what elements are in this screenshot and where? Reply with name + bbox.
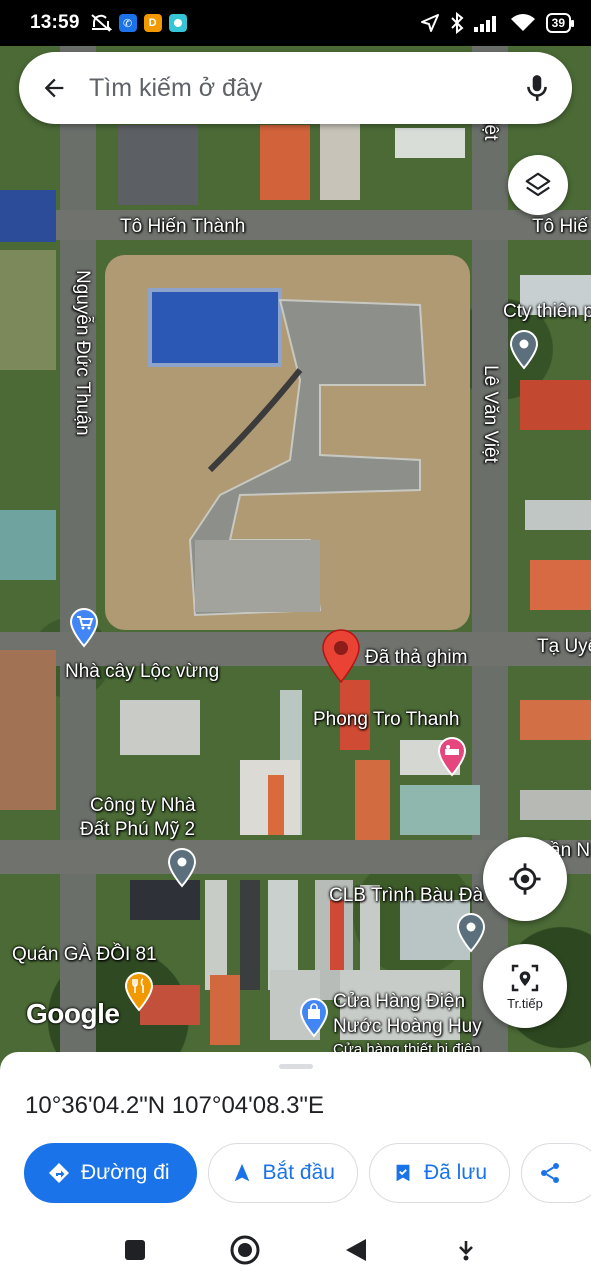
road-label-ta-uyen: Tạ Uyê — [537, 636, 591, 657]
google-logo: Google — [26, 998, 120, 1029]
mute-icon — [90, 14, 112, 32]
camera-app-icon — [168, 14, 187, 32]
back-nav-button[interactable] — [336, 1230, 376, 1270]
poi-label-cong-ty-line1: Công ty Nhà — [90, 795, 196, 816]
phone-app-icon: ✆ — [118, 14, 137, 32]
coordinates-text: 10°36'04.2"N 107°04'08.3"E — [25, 1092, 324, 1119]
directions-button[interactable]: Đường đi — [24, 1143, 197, 1203]
saved-button[interactable]: Đã lưu — [368, 1143, 511, 1203]
brick-yard — [0, 650, 56, 810]
layers-icon — [525, 172, 551, 197]
poi-label-cua-hang-line2: Nước Hoàng Huy — [333, 1016, 482, 1037]
share-button[interactable] — [521, 1143, 591, 1203]
share-icon — [541, 1163, 560, 1183]
my-location-icon — [509, 863, 541, 895]
signal-icon — [473, 16, 496, 32]
poi-pin-shopping-cart[interactable] — [69, 608, 99, 648]
battery-icon: 39 — [545, 13, 575, 33]
live-view-label: Tr.tiếp — [507, 995, 543, 1011]
arrow-back-icon — [44, 78, 64, 98]
poi-label-cua-hang-line1: Cửa Hàng Điện — [333, 991, 466, 1012]
poi-label-cong-ty-line2: Đất Phú Mỹ 2 — [80, 819, 196, 840]
search-bar[interactable] — [19, 52, 572, 124]
poi-pin-hotel[interactable] — [437, 737, 467, 777]
road-label-to-hien-thanh: Tô Hiến Thành — [120, 216, 246, 237]
live-view-button[interactable]: Tr.tiếp — [483, 944, 567, 1028]
back-button[interactable] — [19, 52, 89, 124]
start-label: Bắt đầu — [262, 1161, 335, 1184]
action-chips: Đường đi Bắt đầu Đã lưu — [24, 1143, 591, 1203]
drag-handle[interactable] — [279, 1064, 313, 1069]
directions-label: Đường đi — [81, 1161, 170, 1184]
road-to-hien-thanh — [0, 210, 591, 240]
dropped-pin-label: Đã thả ghim — [365, 647, 468, 668]
recents-button[interactable] — [115, 1230, 155, 1270]
download-icon — [458, 1241, 473, 1261]
my-location-button[interactable] — [483, 837, 567, 921]
status-left-icons: ✆ D — [90, 13, 187, 33]
satellite-map[interactable]: Tô Hiến Thành Tô Hiế Nguyễn Đức Thuận Lê… — [0, 40, 591, 1070]
live-view-pin-icon — [511, 964, 539, 991]
dropped-pin-marker[interactable] — [320, 628, 362, 684]
start-button[interactable]: Bắt đầu — [207, 1143, 358, 1203]
layers-button[interactable] — [508, 155, 568, 215]
poi-label-clb: CLB Trình Bàu Đà — [329, 885, 484, 906]
bluetooth-icon — [450, 12, 464, 34]
poi-label-quan-ga: Quán GÀ ĐỒI 81 — [12, 944, 157, 965]
road-label-le-van-viet: Lê Văn Việt — [480, 365, 501, 463]
road-label-to-hien-thanh-right: Tô Hiế — [532, 216, 588, 237]
status-time: 13:59 — [30, 12, 80, 33]
status-right-icons: 39 — [420, 12, 575, 34]
poi-pin-clb[interactable] — [456, 913, 486, 953]
poi-label-phong-tro: Phong Tro Thanh — [313, 709, 460, 730]
poi-pin-cty-thien[interactable] — [509, 330, 539, 370]
poi-pin-cong-ty[interactable] — [167, 848, 197, 888]
poi-label-nha-cay: Nhà cây Lộc vừng — [65, 661, 220, 682]
search-input[interactable] — [89, 52, 502, 124]
building-block — [195, 540, 320, 612]
poi-pin-shopping-bag[interactable] — [299, 998, 329, 1038]
voice-search-button[interactable] — [502, 52, 572, 124]
back-triangle-icon — [345, 1239, 366, 1261]
dropped-pin-sheet[interactable]: 10°36'04.2"N 107°04'08.3"E Đường đi Bắt … — [0, 1052, 591, 1220]
recents-square-icon — [125, 1240, 146, 1260]
status-bar: 13:59 ✆ D 39 — [0, 0, 591, 46]
system-navigation-bar — [0, 1220, 591, 1280]
directions-icon — [49, 1163, 69, 1183]
map-imagery — [0, 40, 591, 1070]
home-button[interactable] — [225, 1230, 265, 1270]
bookmark-icon — [396, 1164, 410, 1182]
poi-label-cty-thien: Cty thiên p — [503, 301, 591, 322]
saved-label: Đã lưu — [423, 1161, 488, 1184]
home-circle-icon — [230, 1235, 260, 1265]
road-nguyen-duc-thuan — [60, 40, 96, 1070]
road-label-nguyen-duc-thuan: Nguyễn Đức Thuận — [72, 270, 93, 436]
poi-pin-restaurant[interactable] — [124, 972, 154, 1012]
pool — [148, 288, 282, 367]
microphone-icon — [527, 75, 547, 101]
wifi-icon — [510, 14, 535, 31]
location-arrow-icon — [420, 14, 439, 32]
download-button[interactable] — [446, 1230, 486, 1270]
d-app-icon: D — [143, 14, 162, 32]
navigation-arrow-icon — [234, 1163, 249, 1182]
blue-roof — [0, 190, 56, 242]
